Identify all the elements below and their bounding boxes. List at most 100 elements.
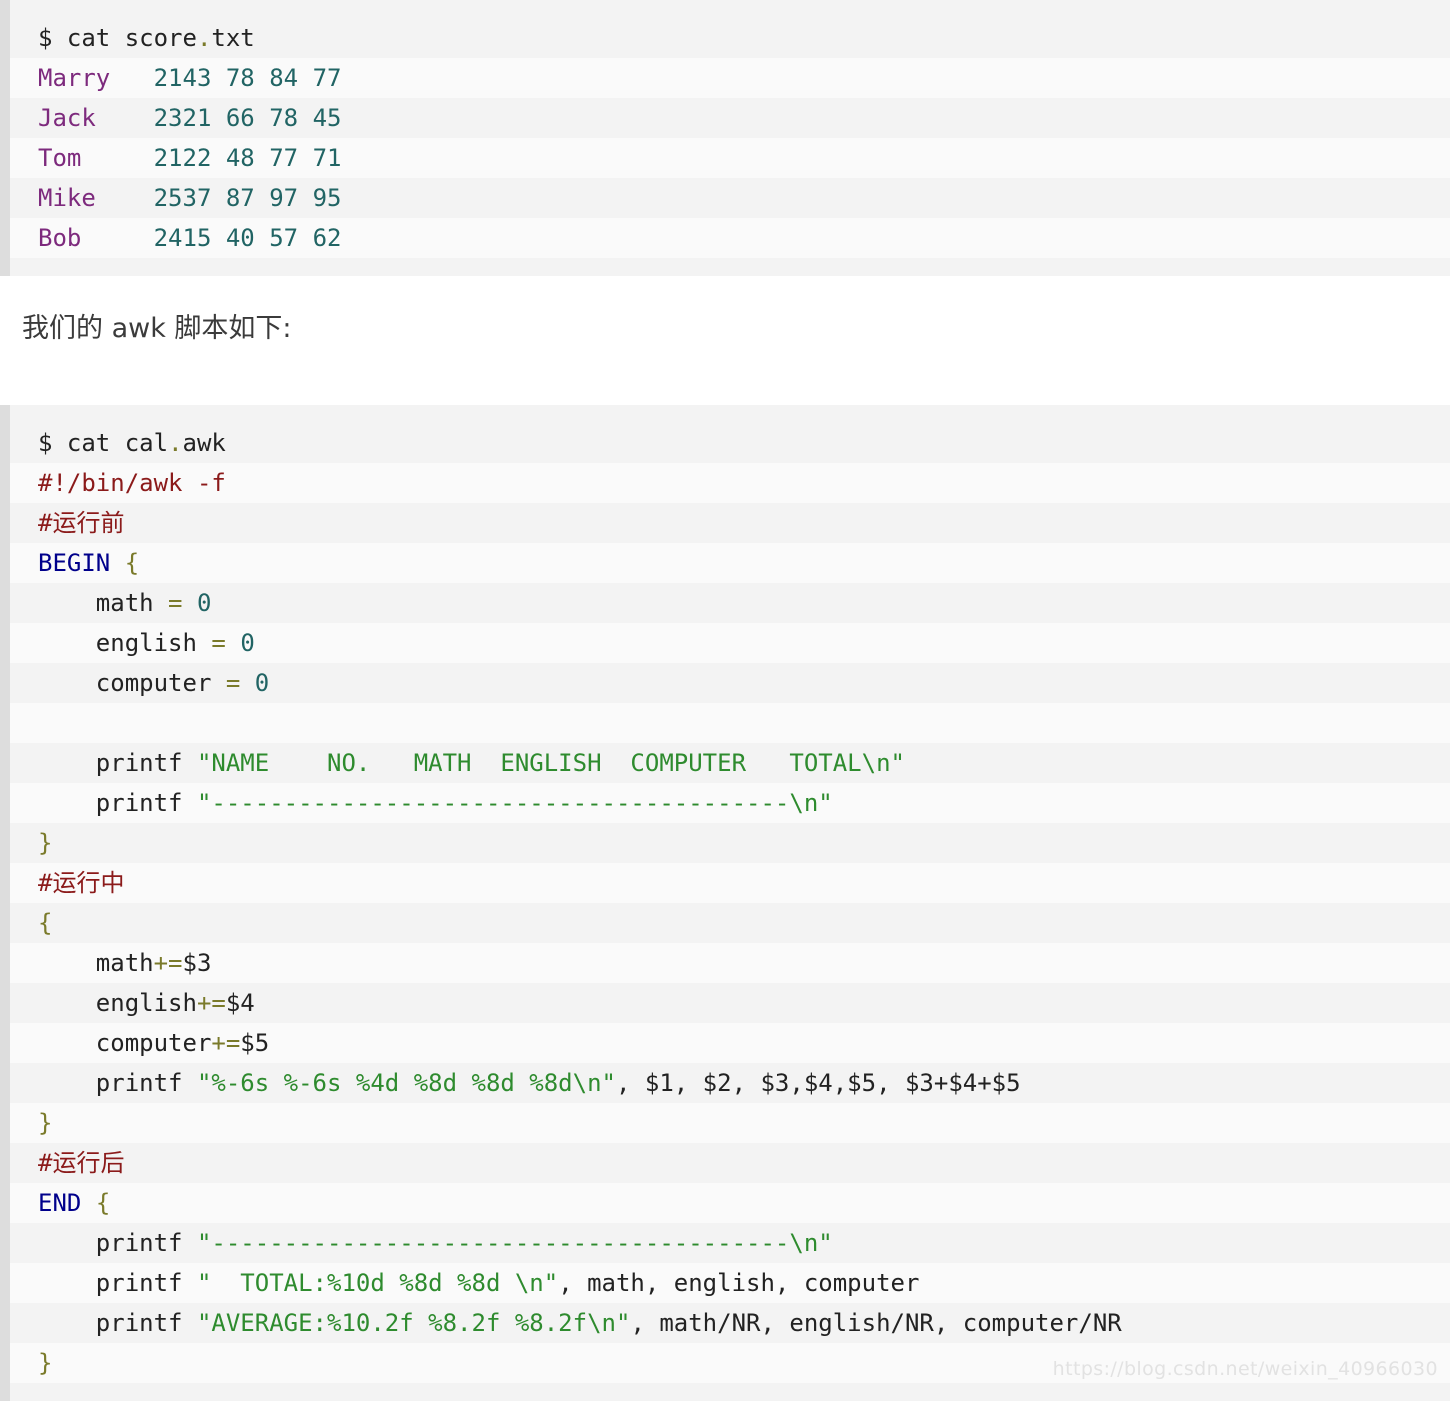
printf-header-line: printf "NAME NO. MATH ENGLISH COMPUTER T… [10,743,1450,783]
comment-after-run: #运行后 [10,1143,1450,1183]
student-computer: 62 [312,224,342,252]
awk-file-base: cal [124,429,169,457]
printf-keyword: printf [95,1069,183,1097]
printf-keyword: printf [95,1309,183,1337]
brace-close: } [38,829,53,857]
init-assignment: math = 0 [10,583,1450,623]
student-english: 57 [269,224,299,252]
printf-keyword: printf [95,1269,183,1297]
table-row: Bob 2415 40 57 62 [10,218,1450,258]
printf-format-string: "%-6s %-6s %4d %8d %8d %8d\n" [196,1069,616,1097]
assign-operator: = [211,629,226,657]
blank-line [10,703,1450,743]
brace-open: { [124,549,140,577]
variable-name: math [95,949,154,977]
student-math: 48 [225,144,255,172]
student-computer: 77 [312,64,342,92]
table-row: Mike 2537 87 97 95 [10,178,1450,218]
student-math: 66 [225,104,255,132]
plus-assign-operator: += [211,1029,241,1057]
shebang-line: #!/bin/awk -f [10,463,1450,503]
score-code-lines: $ cat score.txt Marry 2143 78 84 77 Jack… [10,0,1450,276]
score-command-line: $ cat score.txt [10,18,1450,58]
init-value: 0 [254,669,270,697]
student-computer: 71 [312,144,342,172]
student-computer: 45 [312,104,342,132]
student-computer: 95 [312,184,342,212]
accumulate-assignment: computer+=$5 [10,1023,1450,1063]
assign-operator: = [225,669,241,697]
printf-format-string: "AVERAGE:%10.2f %8.2f %8.2f\n" [196,1309,631,1337]
student-name: Marry [38,64,111,92]
variable-name: english [95,989,197,1017]
student-no: 2415 [153,224,212,252]
printf-keyword: printf [95,1229,183,1257]
main-block-open: { [10,903,1450,943]
code-block-gutter-bar [0,405,10,1401]
assign-operator: = [168,589,183,617]
table-row: Marry 2143 78 84 77 [10,58,1450,98]
comment-before-run: #运行前 [10,503,1450,543]
spacer-before-awk-block [0,345,1450,405]
end-block-open: END { [10,1183,1450,1223]
printf-format-string: " TOTAL:%10d %8d %8d \n" [196,1269,559,1297]
code-bottom-padding [10,258,1450,276]
variable-name: computer [95,669,212,697]
variable-name: math [95,589,154,617]
student-english: 77 [269,144,299,172]
keyword-begin: BEGIN [38,549,111,577]
brace-open: { [95,1189,111,1217]
accumulate-assignment: math+=$3 [10,943,1450,983]
plus-assign-operator: += [153,949,183,977]
code-top-padding [10,405,1450,423]
variable-name: english [95,629,197,657]
student-name: Bob [38,224,82,252]
code-bottom-padding [10,1383,1450,1401]
printf-average-line: printf "AVERAGE:%10.2f %8.2f %8.2f\n", m… [10,1303,1450,1343]
init-assignment: english = 0 [10,623,1450,663]
table-row: Tom 2122 48 77 71 [10,138,1450,178]
spacer-after-score-block [0,276,1450,306]
awk-command-line: $ cat cal.awk [10,423,1450,463]
init-value: 0 [196,589,212,617]
begin-block-close: } [10,823,1450,863]
student-math: 87 [225,184,255,212]
field-reference: $4 [225,989,255,1017]
student-math: 78 [225,64,255,92]
brace-close: } [38,1109,53,1137]
score-code-block: $ cat score.txt Marry 2143 78 84 77 Jack… [0,0,1450,276]
main-block-close: } [10,1103,1450,1143]
score-file-base: score [124,24,197,52]
printf-format-string: "NAME NO. MATH ENGLISH COMPUTER TOTAL\n" [196,749,905,777]
awk-code-lines: $ cat cal.awk #!/bin/awk -f #运行前 BEGIN {… [10,405,1450,1401]
printf-total-line: printf " TOTAL:%10d %8d %8d \n", math, e… [10,1263,1450,1303]
awk-code-block: $ cat cal.awk #!/bin/awk -f #运行前 BEGIN {… [0,405,1450,1401]
variable-name: computer [95,1029,212,1057]
filename-dot: . [196,24,212,52]
printf-keyword: printf [95,789,183,817]
student-english: 97 [269,184,299,212]
init-value: 0 [240,629,255,657]
field-reference: $3 [182,949,212,977]
printf-format-string: "---------------------------------------… [196,789,833,817]
shell-prompt: $ [38,429,53,457]
intro-paragraph: 我们的 awk 脚本如下: [22,313,292,344]
field-reference: $5 [240,1029,270,1057]
printf-row-line: printf "%-6s %-6s %4d %8d %8d %8d\n", $1… [10,1063,1450,1103]
student-math: 40 [225,224,255,252]
student-no: 2321 [153,104,212,132]
begin-block-open: BEGIN { [10,543,1450,583]
awk-file-ext: awk [182,429,226,457]
student-name: Jack [38,104,96,132]
student-no: 2143 [153,64,212,92]
student-name: Tom [38,144,82,172]
printf-arguments: , $1, $2, $3,$4,$5, $3+$4+$5 [615,1069,1021,1097]
student-name: Mike [38,184,96,212]
shell-prompt: $ [38,24,53,52]
init-assignment: computer = 0 [10,663,1450,703]
score-file-ext: txt [211,24,255,52]
student-english: 84 [269,64,299,92]
filename-dot: . [168,429,183,457]
plus-assign-operator: += [196,989,226,1017]
student-english: 78 [269,104,299,132]
